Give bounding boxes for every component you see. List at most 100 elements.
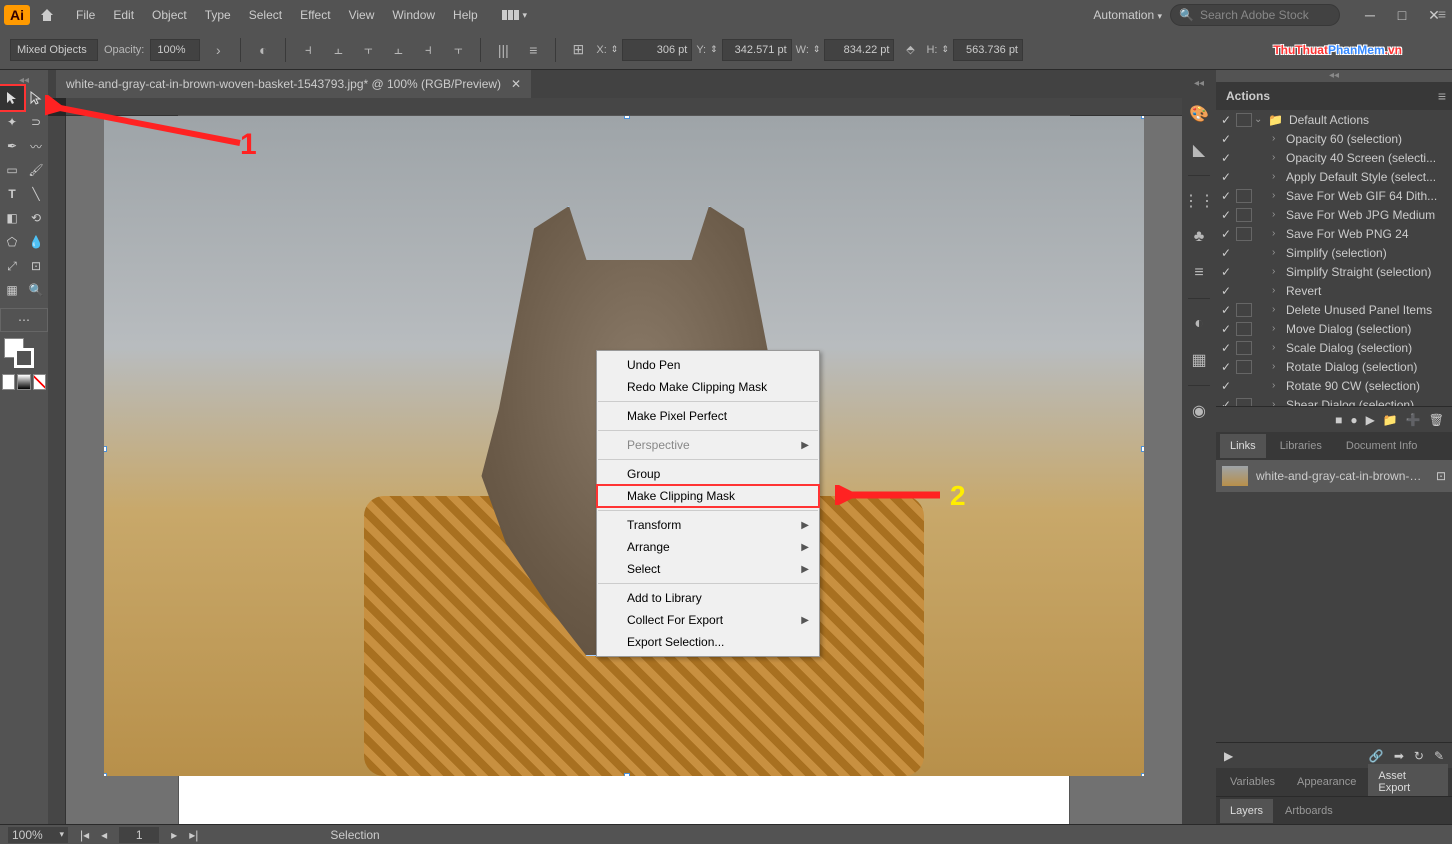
free-transform-tool[interactable]: ⊡: [24, 254, 48, 278]
menu-effect[interactable]: Effect: [292, 4, 338, 26]
home-icon[interactable]: [38, 6, 56, 24]
eyedropper-tool[interactable]: 💧: [24, 230, 48, 254]
actions-panel-header[interactable]: Actions ≡: [1216, 82, 1452, 110]
color-panel-icon[interactable]: 🎨: [1188, 103, 1210, 125]
action-row[interactable]: ✓›Revert: [1216, 281, 1452, 300]
dist-v-icon[interactable]: ≡: [521, 38, 545, 62]
magic-wand-tool[interactable]: ✦: [0, 110, 24, 134]
tab-variables[interactable]: Variables: [1220, 770, 1285, 794]
action-row[interactable]: ✓›Simplify (selection): [1216, 243, 1452, 262]
nav-first-icon[interactable]: |◂: [80, 828, 89, 842]
action-row[interactable]: ✓›Move Dialog (selection): [1216, 319, 1452, 338]
zoom-input[interactable]: 100%▾: [8, 827, 68, 843]
action-row[interactable]: ✓›Save For Web JPG Medium: [1216, 205, 1452, 224]
align-top-icon[interactable]: ⫠: [386, 38, 410, 62]
direct-selection-tool[interactable]: [24, 86, 48, 110]
menu-view[interactable]: View: [341, 4, 383, 26]
align-left-icon[interactable]: ⫞: [296, 38, 320, 62]
dock-handle[interactable]: ◂◂: [1194, 78, 1204, 89]
gradient-tool[interactable]: ▦: [0, 278, 24, 302]
artboard-nav-input[interactable]: 1: [119, 827, 159, 843]
recolor-icon[interactable]: ◐: [251, 38, 275, 62]
ctx-transform[interactable]: Transform▶: [597, 514, 819, 536]
goto-link-icon[interactable]: ➡: [1394, 749, 1404, 763]
eraser-tool[interactable]: ◧: [0, 206, 24, 230]
nav-last-icon[interactable]: ▸|: [189, 828, 198, 842]
tab-layers[interactable]: Layers: [1220, 799, 1273, 823]
tab-artboards[interactable]: Artboards: [1275, 799, 1343, 823]
action-row[interactable]: ✓›Opacity 60 (selection): [1216, 129, 1452, 148]
tab-asset-export[interactable]: Asset Export: [1368, 764, 1448, 800]
lasso-tool[interactable]: ⊃: [24, 110, 48, 134]
ctx-add-to-library[interactable]: Add to Library: [597, 587, 819, 609]
menu-select[interactable]: Select: [241, 4, 290, 26]
swatches-panel-icon[interactable]: ◣: [1188, 139, 1210, 161]
link-item-row[interactable]: white-and-gray-cat-in-brown-wo... ⊡: [1216, 460, 1452, 492]
brushes-panel-icon[interactable]: ⋮⋮: [1188, 190, 1210, 212]
tab-links[interactable]: Links: [1220, 434, 1266, 458]
transparency-panel-icon[interactable]: ▦: [1188, 349, 1210, 371]
ctx-make-clipping-mask[interactable]: Make Clipping Mask: [597, 485, 819, 507]
tab-appearance[interactable]: Appearance: [1287, 770, 1366, 794]
panel-menu-icon[interactable]: ≡: [1438, 6, 1446, 22]
dist-h-icon[interactable]: |||: [491, 38, 515, 62]
pen-tool[interactable]: ✒: [0, 134, 24, 158]
relink-icon[interactable]: 🔗: [1369, 749, 1384, 763]
toolbox-handle[interactable]: ◂◂: [0, 74, 48, 86]
tab-document-info[interactable]: Document Info: [1336, 434, 1428, 458]
opacity-input[interactable]: 100%: [150, 39, 200, 61]
line-tool[interactable]: ╲: [24, 182, 48, 206]
zoom-tool[interactable]: 🔍: [24, 278, 48, 302]
ctx-undo-pen[interactable]: Undo Pen: [597, 354, 819, 376]
link-wh-icon[interactable]: ⬘: [898, 38, 922, 62]
align-right-icon[interactable]: ⫟: [356, 38, 380, 62]
menu-type[interactable]: Type: [197, 4, 239, 26]
update-link-icon[interactable]: ↻: [1414, 749, 1424, 763]
edit-original-icon[interactable]: ✎: [1434, 749, 1444, 763]
stroke-panel-icon[interactable]: ≡: [1188, 262, 1210, 284]
shaper-tool[interactable]: ⬠: [0, 230, 24, 254]
align-bottom-icon[interactable]: ⫟: [446, 38, 470, 62]
h-input[interactable]: 563.736 pt: [953, 39, 1023, 61]
gradient-mode-icon[interactable]: [17, 374, 30, 390]
play-icon[interactable]: ▶: [1366, 413, 1375, 427]
ctx-redo-make-clipping-mask[interactable]: Redo Make Clipping Mask: [597, 376, 819, 398]
nav-next-icon[interactable]: ▸: [171, 828, 177, 842]
action-row[interactable]: ✓›Rotate 90 CW (selection): [1216, 376, 1452, 395]
new-action-icon[interactable]: ➕: [1406, 413, 1421, 427]
action-row[interactable]: ✓›Scale Dialog (selection): [1216, 338, 1452, 357]
transform-icon[interactable]: ⊞: [566, 38, 590, 62]
close-tab-icon[interactable]: ✕: [511, 77, 521, 91]
action-row[interactable]: ✓›Save For Web GIF 64 Dith...: [1216, 186, 1452, 205]
tab-libraries[interactable]: Libraries: [1270, 434, 1332, 458]
new-folder-icon[interactable]: 📁: [1383, 413, 1398, 427]
menu-object[interactable]: Object: [144, 4, 195, 26]
action-row[interactable]: ✓›Rotate Dialog (selection): [1216, 357, 1452, 376]
ctx-group[interactable]: Group: [597, 463, 819, 485]
action-row[interactable]: ✓›Save For Web PNG 24: [1216, 224, 1452, 243]
menu-window[interactable]: Window: [384, 4, 443, 26]
y-input[interactable]: 342.571 pt: [722, 39, 792, 61]
chevron-right-icon[interactable]: ›: [206, 38, 230, 62]
gradient-panel-icon[interactable]: ◐: [1188, 313, 1210, 335]
color-mode-icon[interactable]: [2, 374, 15, 390]
menu-file[interactable]: File: [68, 4, 103, 26]
ctx-make-pixel-perfect[interactable]: Make Pixel Perfect: [597, 405, 819, 427]
arrange-docs-icon[interactable]: ▾: [500, 5, 530, 25]
rectangle-tool[interactable]: ▭: [0, 158, 24, 182]
curvature-tool[interactable]: 〰: [24, 134, 48, 158]
rotate-tool[interactable]: ⟲: [24, 206, 48, 230]
action-row[interactable]: ✓›Apply Default Style (select...: [1216, 167, 1452, 186]
x-input[interactable]: 306 pt: [622, 39, 692, 61]
action-row[interactable]: ✓›Simplify Straight (selection): [1216, 262, 1452, 281]
menu-help[interactable]: Help: [445, 4, 486, 26]
panels-handle[interactable]: ◂◂: [1216, 70, 1452, 82]
automation-dropdown[interactable]: Automation ▾: [1093, 8, 1162, 22]
action-row[interactable]: ✓›Delete Unused Panel Items: [1216, 300, 1452, 319]
document-tab[interactable]: white-and-gray-cat-in-brown-woven-basket…: [56, 70, 531, 98]
search-stock-input[interactable]: 🔍 Search Adobe Stock: [1170, 4, 1340, 26]
ctx-arrange[interactable]: Arrange▶: [597, 536, 819, 558]
align-vcenter-icon[interactable]: ⫞: [416, 38, 440, 62]
trash-icon[interactable]: 🗑: [1429, 413, 1444, 427]
align-hcenter-icon[interactable]: ⫠: [326, 38, 350, 62]
